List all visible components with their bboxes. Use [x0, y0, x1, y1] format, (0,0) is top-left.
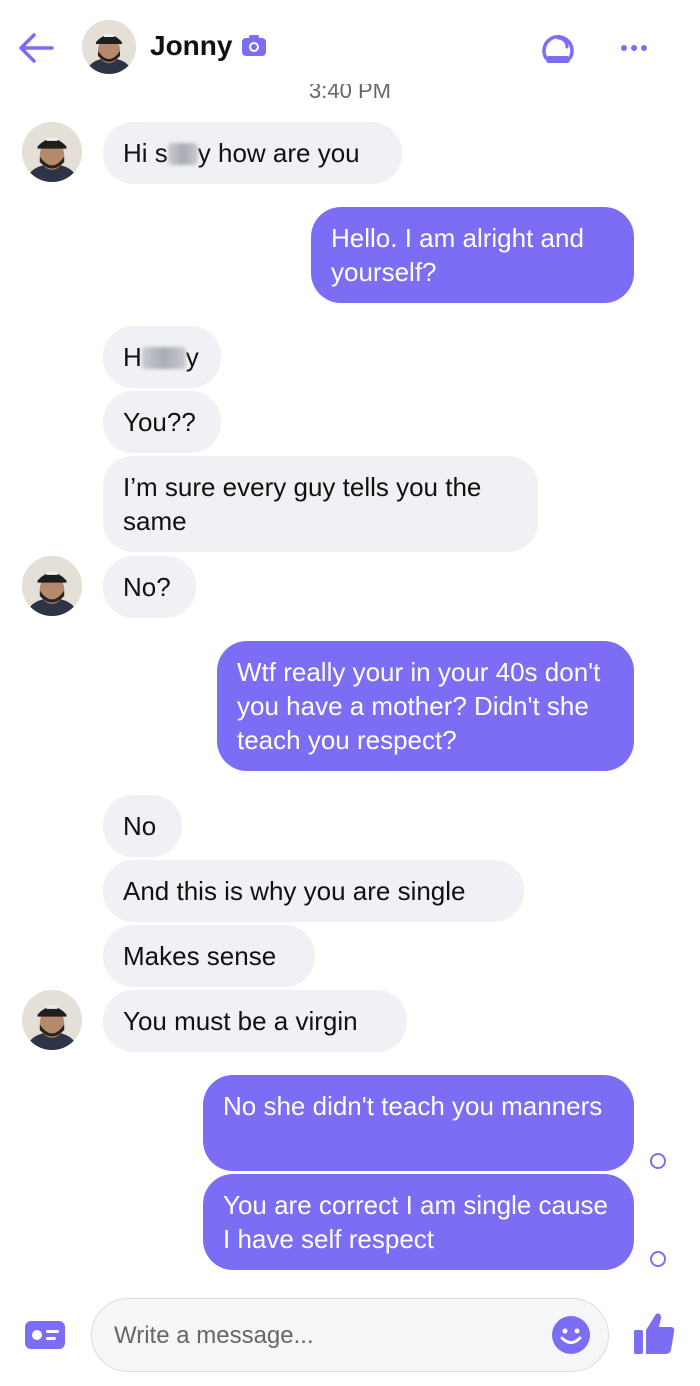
contact-name-row[interactable]: Jonny — [150, 30, 268, 62]
outgoing-message[interactable]: You are correct I am single cause I have… — [203, 1174, 634, 1270]
message-text-end: y how are you — [197, 138, 360, 168]
incoming-message[interactable]: Hy — [103, 326, 221, 388]
incoming-message[interactable]: No? — [103, 556, 196, 618]
emoji-icon[interactable] — [551, 1315, 591, 1355]
incoming-message[interactable]: Makes sense — [103, 925, 315, 987]
outgoing-message[interactable]: Hello. I am alright and yourself? — [311, 207, 634, 303]
sender-avatar[interactable] — [22, 556, 82, 616]
message-input[interactable] — [112, 1315, 536, 1357]
contact-card-icon[interactable] — [24, 1317, 66, 1353]
more-options-icon[interactable] — [614, 28, 654, 68]
incoming-message[interactable]: And this is why you are single — [103, 860, 524, 922]
message-timestamp: 3:40 PM — [309, 84, 391, 102]
back-arrow-icon[interactable] — [16, 28, 56, 68]
message-text-start: Hi s — [123, 138, 168, 168]
camera-icon — [242, 35, 267, 56]
call-icon[interactable] — [538, 28, 578, 68]
message-composer — [0, 1296, 700, 1376]
sent-status-icon — [650, 1153, 666, 1169]
incoming-message[interactable]: You?? — [103, 391, 221, 453]
sender-avatar[interactable] — [22, 990, 82, 1050]
chat-header: Jonny — [0, 0, 700, 96]
thumbs-up-icon[interactable] — [632, 1310, 676, 1356]
sent-status-icon — [650, 1251, 666, 1267]
message-text-end: y — [185, 342, 199, 372]
message-text-start: H — [123, 342, 142, 372]
incoming-message[interactable]: You must be a virgin — [103, 990, 407, 1052]
incoming-message[interactable]: Hi s y how are you — [103, 122, 402, 184]
incoming-message[interactable]: No — [103, 795, 182, 857]
redacted-text — [141, 347, 186, 369]
redacted-text — [167, 143, 198, 165]
outgoing-message[interactable]: Wtf really your in your 40s don't you ha… — [217, 641, 634, 771]
message-input-container[interactable] — [91, 1298, 609, 1372]
incoming-message[interactable]: I’m sure every guy tells you the same — [103, 456, 538, 552]
outgoing-message[interactable]: No she didn't teach you manners — [203, 1075, 634, 1171]
sender-avatar[interactable] — [22, 122, 82, 182]
contact-avatar[interactable] — [82, 20, 136, 74]
contact-name: Jonny — [150, 30, 233, 61]
